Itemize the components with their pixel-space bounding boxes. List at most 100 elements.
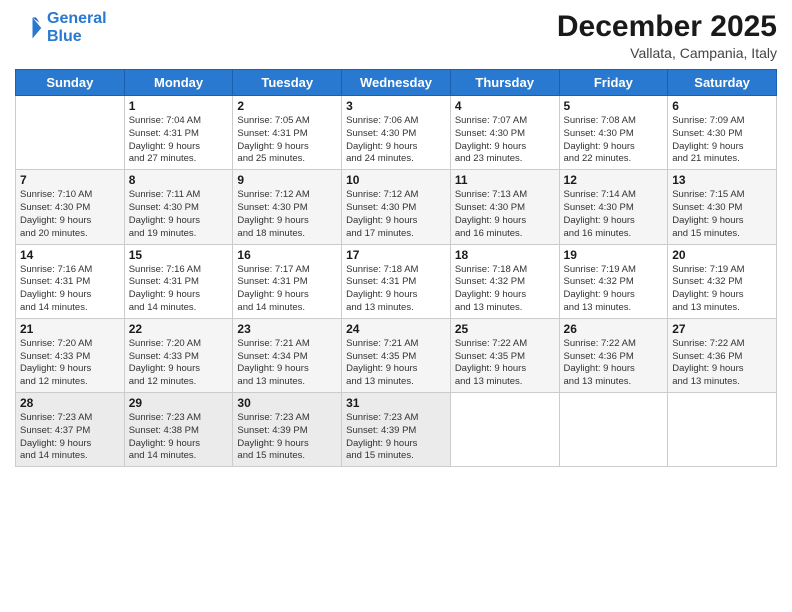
day-header-monday: Monday xyxy=(124,70,233,96)
calendar-cell xyxy=(450,393,559,467)
day-info: Sunrise: 7:16 AMSunset: 4:31 PMDaylight:… xyxy=(129,264,229,315)
week-row-2: 14 Sunrise: 7:16 AMSunset: 4:31 PMDayligh… xyxy=(16,244,777,318)
calendar-cell xyxy=(16,96,125,170)
calendar-cell: 18Sunrise: 7:18 AMSunset: 4:32 PMDayligh… xyxy=(450,244,559,318)
calendar-cell: 11Sunrise: 7:13 AMSunset: 4:30 PMDayligh… xyxy=(450,170,559,244)
week-row-1: 7Sunrise: 7:10 AMSunset: 4:30 PMDaylight… xyxy=(16,170,777,244)
day-info: Sunrise: 7:04 AMSunset: 4:31 PMDaylight:… xyxy=(129,115,229,166)
day-info: Sunrise: 7:09 AMSunset: 4:30 PMDaylight:… xyxy=(672,115,772,166)
day-info: Sunrise: 7:16 AMSunset: 4:31 PMDaylight:… xyxy=(20,264,120,315)
day-number: 27 xyxy=(672,322,772,336)
day-info: Sunrise: 7:07 AMSunset: 4:30 PMDaylight:… xyxy=(455,115,555,166)
day-number: 10 xyxy=(346,173,446,187)
calendar-cell xyxy=(559,393,668,467)
title-block: December 2025 Vallata, Campania, Italy xyxy=(557,10,777,61)
day-info: Sunrise: 7:20 AMSunset: 4:33 PMDaylight:… xyxy=(20,338,120,389)
day-info: Sunrise: 7:10 AMSunset: 4:30 PMDaylight:… xyxy=(20,189,120,240)
day-info: Sunrise: 7:06 AMSunset: 4:30 PMDaylight:… xyxy=(346,115,446,166)
day-number: 25 xyxy=(455,322,555,336)
calendar-cell: 14 Sunrise: 7:16 AMSunset: 4:31 PMDayligh… xyxy=(16,244,125,318)
day-number: 16 xyxy=(237,248,337,262)
logo-line1: General xyxy=(47,10,107,27)
day-header-thursday: Thursday xyxy=(450,70,559,96)
day-number: 19 xyxy=(564,248,664,262)
day-info: Sunrise: 7:21 AMSunset: 4:35 PMDaylight:… xyxy=(346,338,446,389)
calendar-cell: 7Sunrise: 7:10 AMSunset: 4:30 PMDaylight… xyxy=(16,170,125,244)
day-header-saturday: Saturday xyxy=(668,70,777,96)
calendar-cell: 28Sunrise: 7:23 AMSunset: 4:37 PMDayligh… xyxy=(16,393,125,467)
day-number: 30 xyxy=(237,396,337,410)
day-info: Sunrise: 7:18 AMSunset: 4:31 PMDaylight:… xyxy=(346,264,446,315)
calendar-cell: 13 Sunrise: 7:15 AMSunset: 4:30 PMDayligh… xyxy=(668,170,777,244)
day-number: 14 xyxy=(20,248,120,262)
day-number: 2 xyxy=(237,99,337,113)
calendar-cell: 2 Sunrise: 7:05 AMSunset: 4:31 PMDaylight… xyxy=(233,96,342,170)
calendar-cell: 20Sunrise: 7:19 AMSunset: 4:32 PMDayligh… xyxy=(668,244,777,318)
calendar-cell: 26 Sunrise: 7:22 AMSunset: 4:36 PMDayligh… xyxy=(559,318,668,392)
calendar-cell: 1 Sunrise: 7:04 AMSunset: 4:31 PMDaylight… xyxy=(124,96,233,170)
day-header-wednesday: Wednesday xyxy=(342,70,451,96)
day-header-sunday: Sunday xyxy=(16,70,125,96)
day-info: Sunrise: 7:12 AMSunset: 4:30 PMDaylight:… xyxy=(346,189,446,240)
day-number: 4 xyxy=(455,99,555,113)
day-number: 22 xyxy=(129,322,229,336)
day-number: 6 xyxy=(672,99,772,113)
day-header-friday: Friday xyxy=(559,70,668,96)
day-info: Sunrise: 7:22 AMSunset: 4:36 PMDaylight:… xyxy=(564,338,664,389)
day-header-tuesday: Tuesday xyxy=(233,70,342,96)
day-info: Sunrise: 7:11 AMSunset: 4:30 PMDaylight:… xyxy=(129,189,229,240)
calendar-cell: 12 Sunrise: 7:14 AMSunset: 4:30 PMDayligh… xyxy=(559,170,668,244)
day-info: Sunrise: 7:21 AMSunset: 4:34 PMDaylight:… xyxy=(237,338,337,389)
calendar-cell: 17Sunrise: 7:18 AMSunset: 4:31 PMDayligh… xyxy=(342,244,451,318)
logo-icon xyxy=(15,14,43,42)
logo: General Blue xyxy=(15,10,107,45)
day-number: 29 xyxy=(129,396,229,410)
calendar-cell: 19 Sunrise: 7:19 AMSunset: 4:32 PMDayligh… xyxy=(559,244,668,318)
day-info: Sunrise: 7:17 AMSunset: 4:31 PMDaylight:… xyxy=(237,264,337,315)
day-info: Sunrise: 7:05 AMSunset: 4:31 PMDaylight:… xyxy=(237,115,337,166)
day-info: Sunrise: 7:19 AMSunset: 4:32 PMDaylight:… xyxy=(564,264,664,315)
day-info: Sunrise: 7:23 AMSunset: 4:39 PMDaylight:… xyxy=(237,412,337,463)
calendar-cell: 23Sunrise: 7:21 AMSunset: 4:34 PMDayligh… xyxy=(233,318,342,392)
day-number: 11 xyxy=(455,173,555,187)
day-number: 26 xyxy=(564,322,664,336)
calendar-cell: 25 Sunrise: 7:22 AMSunset: 4:35 PMDayligh… xyxy=(450,318,559,392)
day-number: 31 xyxy=(346,396,446,410)
calendar-cell: 3 Sunrise: 7:06 AMSunset: 4:30 PMDaylight… xyxy=(342,96,451,170)
day-info: Sunrise: 7:22 AMSunset: 4:36 PMDaylight:… xyxy=(672,338,772,389)
day-info: Sunrise: 7:20 AMSunset: 4:33 PMDaylight:… xyxy=(129,338,229,389)
day-info: Sunrise: 7:15 AMSunset: 4:30 PMDaylight:… xyxy=(672,189,772,240)
week-row-4: 28Sunrise: 7:23 AMSunset: 4:37 PMDayligh… xyxy=(16,393,777,467)
calendar-cell: 5Sunrise: 7:08 AMSunset: 4:30 PMDaylight… xyxy=(559,96,668,170)
page: General Blue December 2025 Vallata, Camp… xyxy=(0,0,792,612)
calendar-cell: 6 Sunrise: 7:09 AMSunset: 4:30 PMDaylight… xyxy=(668,96,777,170)
day-number: 24 xyxy=(346,322,446,336)
calendar-cell: 4 Sunrise: 7:07 AMSunset: 4:30 PMDaylight… xyxy=(450,96,559,170)
day-info: Sunrise: 7:14 AMSunset: 4:30 PMDaylight:… xyxy=(564,189,664,240)
header: General Blue December 2025 Vallata, Camp… xyxy=(15,10,777,61)
calendar-cell: 16 Sunrise: 7:17 AMSunset: 4:31 PMDayligh… xyxy=(233,244,342,318)
day-number: 9 xyxy=(237,173,337,187)
day-number: 5 xyxy=(564,99,664,113)
calendar-cell: 9 Sunrise: 7:12 AMSunset: 4:30 PMDaylight… xyxy=(233,170,342,244)
calendar-cell: 24 Sunrise: 7:21 AMSunset: 4:35 PMDayligh… xyxy=(342,318,451,392)
day-number: 13 xyxy=(672,173,772,187)
calendar-cell: 31Sunrise: 7:23 AMSunset: 4:39 PMDayligh… xyxy=(342,393,451,467)
day-number: 1 xyxy=(129,99,229,113)
day-info: Sunrise: 7:22 AMSunset: 4:35 PMDaylight:… xyxy=(455,338,555,389)
calendar-header-row: SundayMondayTuesdayWednesdayThursdayFrid… xyxy=(16,70,777,96)
day-number: 12 xyxy=(564,173,664,187)
calendar-cell: 29Sunrise: 7:23 AMSunset: 4:38 PMDayligh… xyxy=(124,393,233,467)
day-info: Sunrise: 7:19 AMSunset: 4:32 PMDaylight:… xyxy=(672,264,772,315)
day-number: 8 xyxy=(129,173,229,187)
day-number: 15 xyxy=(129,248,229,262)
calendar-cell: 22 Sunrise: 7:20 AMSunset: 4:33 PMDayligh… xyxy=(124,318,233,392)
day-info: Sunrise: 7:12 AMSunset: 4:30 PMDaylight:… xyxy=(237,189,337,240)
location: Vallata, Campania, Italy xyxy=(557,45,777,61)
calendar-cell: 30 Sunrise: 7:23 AMSunset: 4:39 PMDayligh… xyxy=(233,393,342,467)
day-number: 3 xyxy=(346,99,446,113)
logo-line2: Blue xyxy=(47,28,82,45)
day-number: 28 xyxy=(20,396,120,410)
day-number: 18 xyxy=(455,248,555,262)
calendar-cell: 27 Sunrise: 7:22 AMSunset: 4:36 PMDayligh… xyxy=(668,318,777,392)
